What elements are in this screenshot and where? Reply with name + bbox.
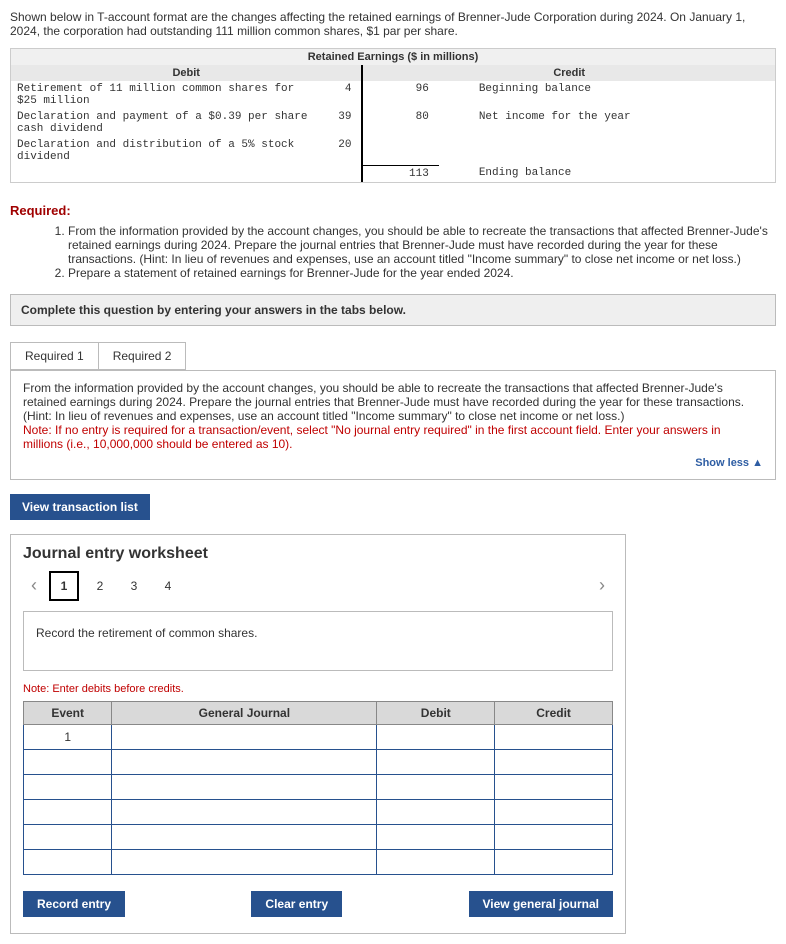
debit-cell[interactable] — [377, 724, 495, 749]
journal-step-4[interactable]: 4 — [155, 573, 181, 599]
journal-step-2[interactable]: 2 — [87, 573, 113, 599]
required-item: From the information provided by the acc… — [68, 224, 768, 266]
col-general-journal: General Journal — [112, 701, 377, 724]
record-instruction: Record the retirement of common shares. — [23, 611, 613, 671]
journal-entry-actions: Record entry Clear entry View general jo… — [23, 891, 613, 917]
required-list: From the information provided by the acc… — [28, 224, 776, 280]
journal-entry-title: Journal entry worksheet — [23, 545, 613, 563]
tab-required-1[interactable]: Required 1 — [10, 342, 99, 370]
view-general-journal-button[interactable]: View general journal — [469, 891, 613, 917]
col-debit: Debit — [377, 701, 495, 724]
credit-desc: Beginning balance — [439, 81, 775, 109]
complete-instruction: Complete this question by entering your … — [10, 294, 776, 326]
col-event: Event — [24, 701, 112, 724]
chevron-left-icon[interactable]: ‹ — [23, 575, 45, 596]
col-credit: Credit — [495, 701, 613, 724]
instruction-note: Note: If no entry is required for a tran… — [23, 423, 763, 451]
debit-desc: Retirement of 11 million common shares f… — [11, 81, 317, 109]
journal-step-1[interactable]: 1 — [49, 571, 79, 601]
credit-amount: 96 — [362, 81, 438, 109]
debit-amount: 20 — [317, 137, 363, 165]
view-transaction-list-button[interactable]: View transaction list — [10, 494, 150, 520]
ending-amount: 113 — [362, 165, 438, 182]
chevron-up-icon: ▲ — [752, 457, 763, 469]
credit-desc: Net income for the year — [439, 109, 775, 137]
instruction-box: From the information provided by the acc… — [10, 370, 776, 480]
journal-entry-table: Event General Journal Debit Credit 1 — [23, 701, 613, 875]
debit-desc: Declaration and distribution of a 5% sto… — [11, 137, 317, 165]
required-header: Required: — [10, 203, 776, 218]
chevron-right-icon[interactable]: › — [591, 575, 613, 596]
general-journal-cell[interactable] — [112, 724, 377, 749]
t-account: Retained Earnings ($ in millions) Debit … — [10, 48, 776, 183]
journal-entry-nav: ‹ 1 2 3 4 › — [23, 571, 613, 601]
debit-amount: 39 — [317, 109, 363, 137]
journal-step-3[interactable]: 3 — [121, 573, 147, 599]
credit-amount: 80 — [362, 109, 438, 137]
instruction-main: From the information provided by the acc… — [23, 381, 763, 423]
tabs: Required 1 Required 2 — [10, 342, 776, 370]
journal-entry-worksheet: Journal entry worksheet ‹ 1 2 3 4 › Reco… — [10, 534, 626, 934]
credit-header: Credit — [362, 65, 775, 81]
credit-cell[interactable] — [495, 724, 613, 749]
record-entry-button[interactable]: Record entry — [23, 891, 125, 917]
event-cell[interactable]: 1 — [24, 724, 112, 749]
t-account-title: Retained Earnings ($ in millions) — [11, 49, 775, 65]
show-less-toggle[interactable]: Show less ▲ — [23, 457, 763, 469]
debits-credits-note: Note: Enter debits before credits. — [23, 683, 613, 695]
debit-amount: 4 — [317, 81, 363, 109]
debit-header: Debit — [11, 65, 362, 81]
debit-desc: Declaration and payment of a $0.39 per s… — [11, 109, 317, 137]
intro-text: Shown below in T-account format are the … — [10, 10, 776, 38]
tab-required-2[interactable]: Required 2 — [98, 342, 187, 370]
clear-entry-button[interactable]: Clear entry — [251, 891, 342, 917]
required-item: Prepare a statement of retained earnings… — [68, 266, 514, 280]
ending-desc: Ending balance — [439, 165, 775, 182]
